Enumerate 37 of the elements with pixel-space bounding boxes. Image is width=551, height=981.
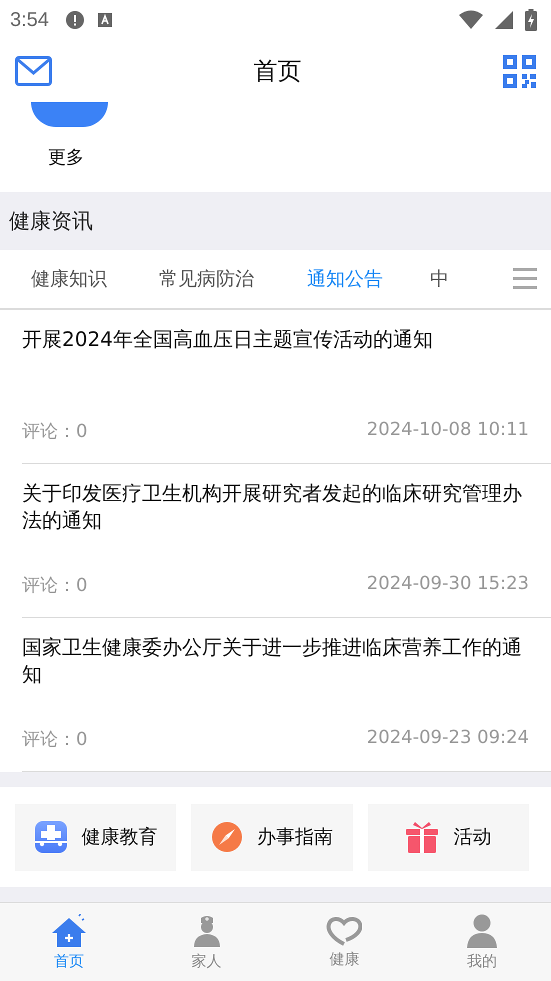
news-date: 2024-09-23 09:24	[366, 727, 529, 750]
comment-count: 评论：0	[22, 420, 88, 443]
nurse-icon	[192, 914, 221, 948]
news-date: 2024-10-08 10:11	[366, 419, 529, 442]
tab[interactable]: 常见病防治	[129, 250, 254, 308]
news-title[interactable]: 关于印发医疗卫生机构开展研究者发起的临床研究管理办法的通知	[22, 480, 529, 534]
compass-icon	[210, 821, 243, 853]
tab[interactable]: 健康知识	[0, 250, 107, 308]
shortcut-button[interactable]: 办事指南	[191, 804, 353, 870]
tab[interactable]: 中	[405, 250, 449, 308]
gift-icon	[405, 820, 440, 854]
qr-code-icon[interactable]	[503, 54, 536, 88]
more-icon[interactable]	[31, 102, 108, 127]
more-label[interactable]: 更多	[48, 145, 84, 169]
person-icon	[466, 914, 498, 948]
signal-icon	[495, 11, 513, 29]
menu-icon[interactable]	[513, 268, 537, 290]
shortcut-button[interactable]: 健康教育	[15, 804, 176, 870]
news-title[interactable]: 开展2024年全国高血压日主题宣传活动的通知	[22, 326, 529, 353]
news-date: 2024-09-30 15:23	[366, 573, 529, 596]
tab[interactable]: 通知公告	[276, 250, 383, 308]
home-icon	[50, 914, 87, 948]
keyboard-icon	[96, 12, 113, 28]
section-header: 健康资讯	[0, 192, 551, 250]
mail-icon[interactable]	[15, 56, 52, 86]
news-card[interactable]: 开展2024年全国高血压日主题宣传活动的通知 评论：0 2024-10-08 10:11	[22, 310, 551, 464]
battery-icon	[525, 9, 537, 31]
comment-count: 评论：0	[22, 574, 88, 597]
comment-count: 评论：0	[22, 728, 88, 751]
page-title: 首页	[254, 56, 302, 87]
alert-icon	[64, 10, 85, 30]
wifi-icon	[459, 10, 483, 30]
news-title[interactable]: 国家卫生健康委办公厅关于进一步推进临床营养工作的通知	[22, 634, 529, 688]
shortcut-button[interactable]: 活动	[368, 804, 529, 870]
status-time: 3:54	[10, 8, 49, 32]
medical-kit-icon	[34, 820, 68, 854]
news-card[interactable]: 关于印发医疗卫生机构开展研究者发起的临床研究管理办法的通知 评论：0 2024-09-30 15:23	[22, 464, 551, 618]
